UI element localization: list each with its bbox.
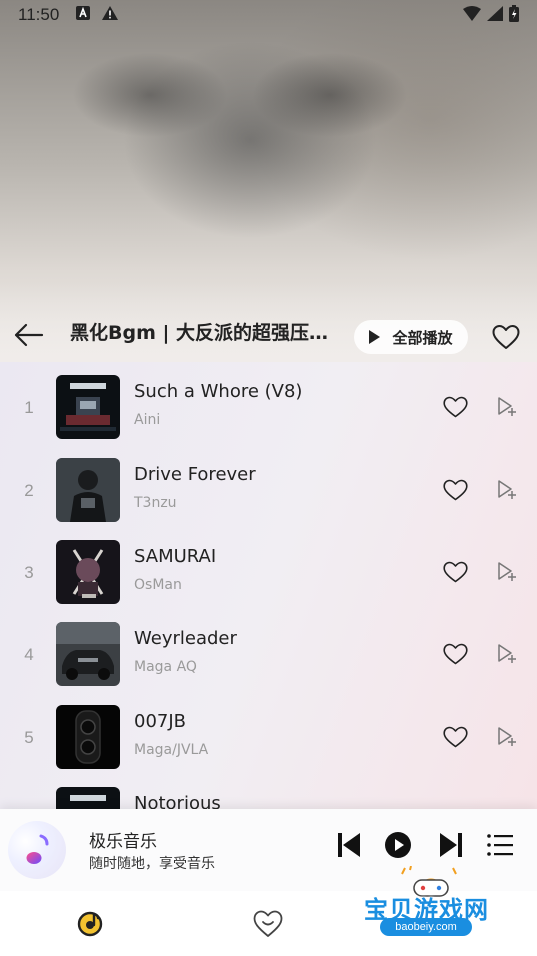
song-artist: Aini [134,412,161,428]
battery-icon [509,4,519,26]
notification-a-icon [75,5,91,25]
next-track-button[interactable] [438,831,464,859]
song-cover [56,375,120,439]
nav-favorites-tab[interactable] [252,908,284,940]
heart-icon [443,561,468,583]
watermark-url: baobeiy.com [380,918,472,936]
like-song-button[interactable] [443,479,468,501]
add-to-playlist-button[interactable] [496,479,518,501]
add-to-playlist-button[interactable] [496,396,518,418]
song-row[interactable]: 2 Drive Forever T3nzu [0,447,537,529]
add-to-queue-icon [498,397,516,416]
heart-icon [443,643,468,665]
song-list[interactable]: 1 Such a Whore (V8) Aini 2 Drive Forever… [0,362,537,810]
add-to-playlist-button[interactable] [496,643,518,665]
song-index: 3 [24,563,34,582]
song-cover [56,458,120,522]
back-arrow-icon [14,323,44,347]
previous-track-button[interactable] [336,831,362,859]
favorite-playlist-button[interactable] [492,324,520,350]
playlist-header: 黑化Bgm | 大反派的超强压… 全部播放 [0,310,537,360]
status-bar: 11:50 [0,0,537,30]
song-row[interactable]: 3 SAMURAI OsMan [0,529,537,611]
mini-player-album-art[interactable] [8,821,66,879]
add-to-playlist-button[interactable] [496,726,518,748]
add-to-queue-icon [498,562,516,581]
mini-player-subtitle: 随时随地，享受音乐 [89,856,215,872]
like-song-button[interactable] [443,643,468,665]
song-artist: T3nzu [134,495,177,511]
back-button[interactable] [12,320,46,350]
add-to-queue-icon [498,727,516,746]
add-to-queue-icon [498,644,516,663]
song-index: 5 [24,728,34,747]
play-pause-button[interactable] [384,831,412,859]
heart-icon [443,726,468,748]
song-index: 2 [24,481,34,500]
skip-next-icon [440,833,462,857]
song-row[interactable]: Notorious [0,776,537,810]
song-cover [56,622,120,686]
song-cover [56,540,120,604]
skip-previous-icon [338,833,360,857]
song-cover [56,705,120,769]
like-song-button[interactable] [443,726,468,748]
song-title: Such a Whore (V8) [134,381,303,402]
playlist-title: 黑化Bgm | 大反派的超强压… [70,322,329,344]
music-disc-icon [77,911,103,937]
queue-list-icon [487,834,513,856]
song-artist: Maga AQ [134,659,197,675]
song-index: 1 [24,398,34,417]
song-row[interactable]: 5 007JB Maga/JVLA [0,694,537,776]
song-row[interactable]: 1 Such a Whore (V8) Aini [0,364,537,446]
add-to-playlist-button[interactable] [496,561,518,583]
song-title: 007JB [134,711,187,732]
nav-music-tab[interactable] [74,908,106,940]
play-circle-icon [385,832,411,858]
song-title: Weyrleader [134,628,237,649]
music-note-icon [26,834,49,864]
song-artist: OsMan [134,577,182,593]
heart-icon [443,479,468,501]
song-index: 4 [24,645,34,664]
play-all-label: 全部播放 [392,328,453,347]
status-time: 11:50 [18,5,60,24]
song-title: SAMURAI [134,546,217,567]
song-artist: Maga/JVLA [134,742,209,758]
heart-smile-icon [253,910,283,937]
song-title: Notorious [134,793,221,810]
wifi-icon [463,5,481,25]
like-song-button[interactable] [443,396,468,418]
add-to-queue-icon [498,480,516,499]
heart-icon [492,325,520,349]
signal-icon [487,5,503,25]
warning-icon [101,5,119,25]
like-song-button[interactable] [443,561,468,583]
watermark-logo: 宝贝游戏网 baobeiy.com [352,866,502,954]
song-row[interactable]: 4 Weyrleader Maga AQ [0,611,537,693]
playlist-cover-background [0,0,537,362]
mini-player-title: 极乐音乐 [89,832,157,852]
song-title: Drive Forever [134,464,256,485]
playlist-queue-button[interactable] [486,833,514,857]
play-all-button[interactable]: 全部播放 [354,320,468,354]
song-cover [56,787,120,810]
play-icon [369,330,381,344]
heart-icon [443,396,468,418]
